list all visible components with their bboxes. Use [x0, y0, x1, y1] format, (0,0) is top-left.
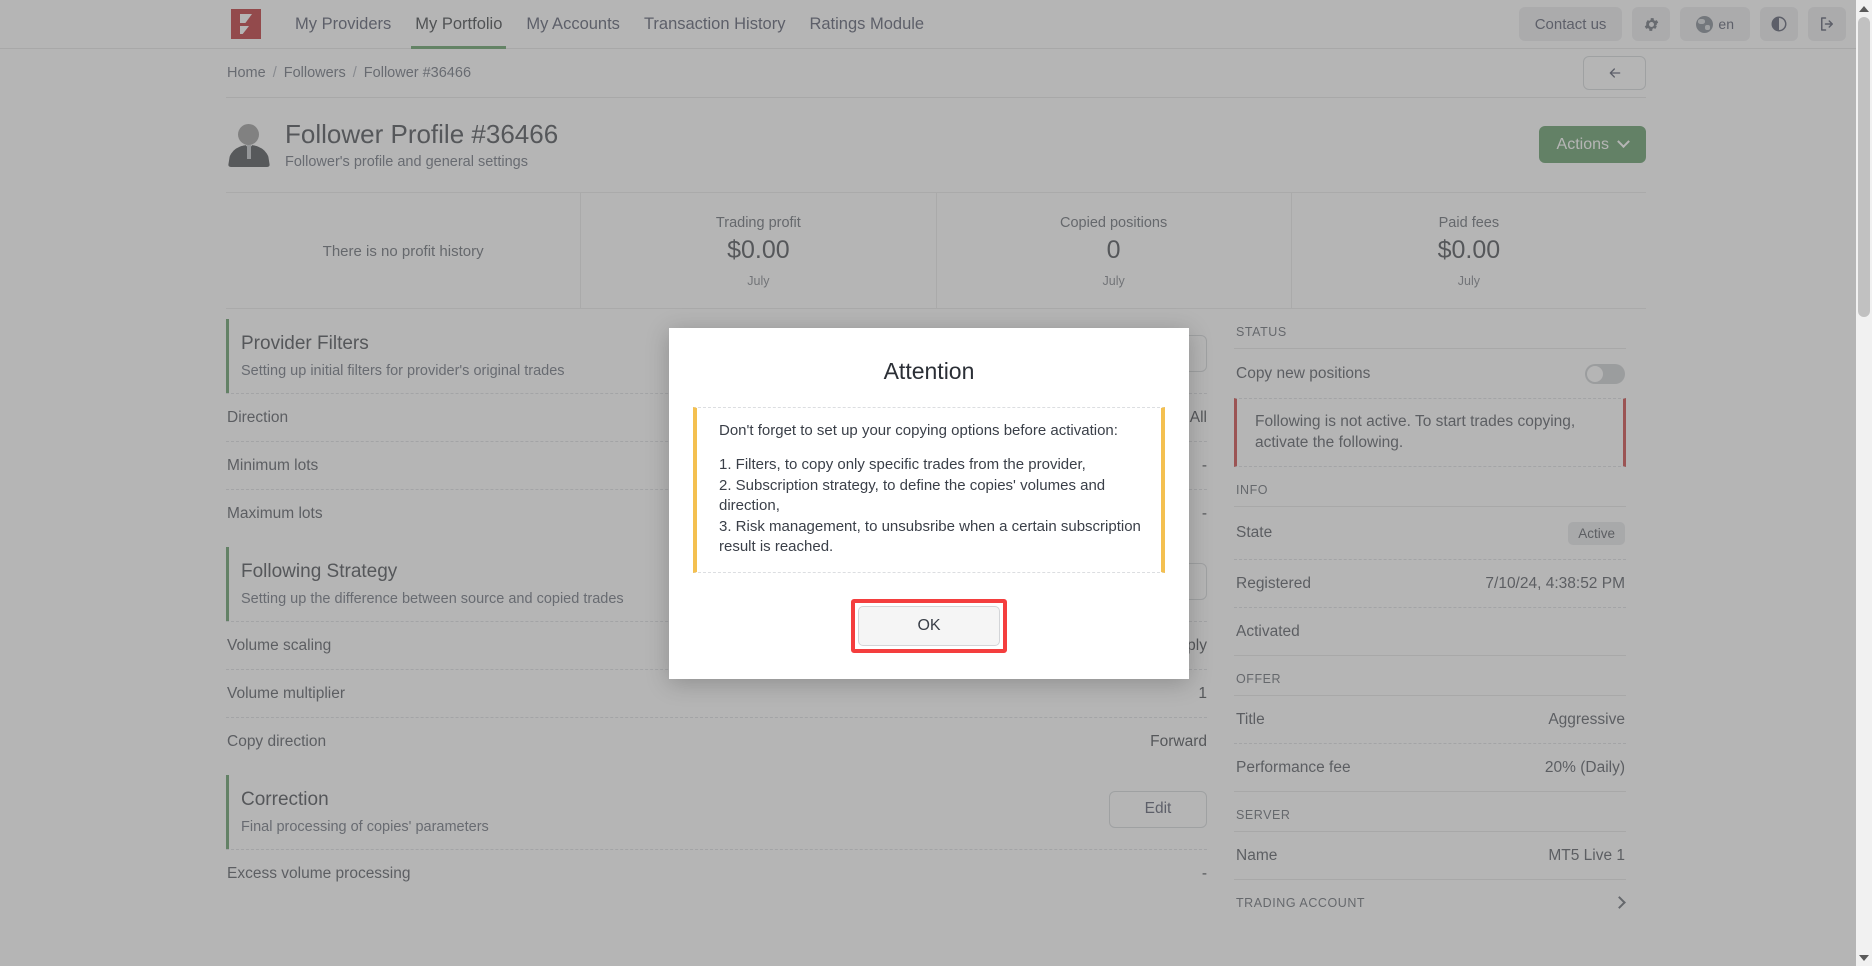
dialog-footer: OK — [693, 573, 1165, 654]
page-scrollbar[interactable] — [1856, 0, 1872, 966]
scroll-up-button[interactable] — [1856, 0, 1872, 17]
dialog-message-items: 1. Filters, to copy only specific trades… — [719, 456, 1141, 555]
ok-button-highlight: OK — [851, 599, 1007, 654]
app-window: My Providers My Portfolio My Accounts Tr… — [0, 0, 1872, 966]
dialog-message-intro: Don't forget to set up your copying opti… — [719, 422, 1118, 439]
attention-dialog: Attention Don't forget to set up your co… — [669, 328, 1189, 680]
ok-button[interactable]: OK — [858, 606, 1000, 647]
scroll-down-button[interactable] — [1856, 949, 1872, 966]
triangle-down-icon — [1859, 954, 1869, 961]
dialog-title: Attention — [883, 358, 975, 384]
dialog-message: Don't forget to set up your copying opti… — [693, 407, 1165, 574]
scrollbar-thumb[interactable] — [1858, 17, 1870, 317]
triangle-up-icon — [1859, 5, 1869, 12]
